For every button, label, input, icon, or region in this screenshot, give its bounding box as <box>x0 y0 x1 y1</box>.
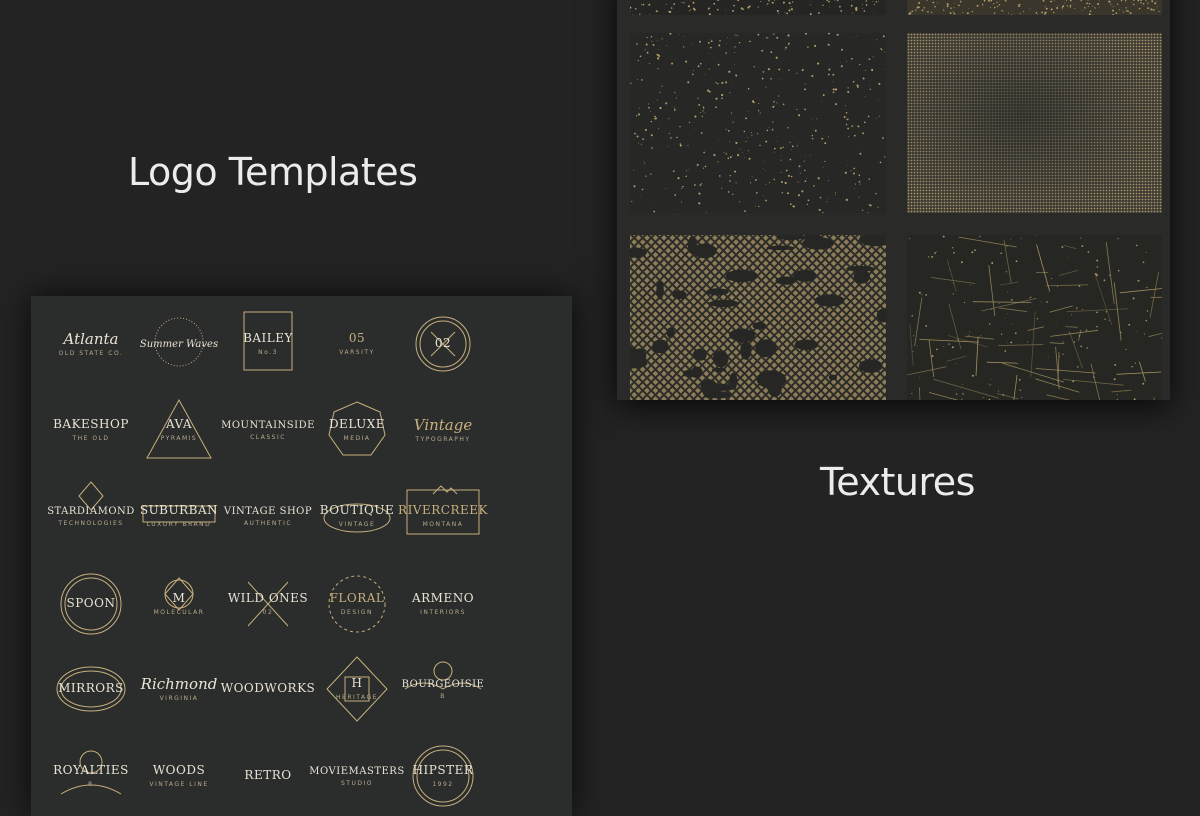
logo-template-boutique: BOUTIQUE VINTAGE <box>307 476 407 556</box>
texture-halftone <box>907 33 1162 213</box>
logo-subtitle: VARSITY <box>339 349 374 356</box>
logo-title: BOUTIQUE <box>320 504 394 517</box>
logo-template-atlanta: Atlanta OLD STATE CO. <box>41 304 141 384</box>
logo-title: Atlanta <box>64 331 119 348</box>
logo-title: Vintage <box>414 417 472 434</box>
logo-title: Summer Waves <box>140 339 218 350</box>
logo-template-woodworks: WOODWORKS <box>218 649 318 729</box>
logo-subtitle: No.3 <box>258 349 278 356</box>
logo-templates-sheet: Atlanta OLD STATE CO. Summer Waves BAILEY No… <box>31 296 572 816</box>
logo-template-02: 02 <box>393 304 493 384</box>
logo-templates-heading: Logo Templates <box>128 150 417 194</box>
texture-tile-top-left <box>630 0 886 15</box>
logo-template-mountainside: MOUNTAINSIDE CLASSIC <box>218 390 318 470</box>
logo-title: WOODS <box>153 764 205 777</box>
logo-template-woods: WOODS VINTAGE LINE <box>129 736 229 816</box>
logo-title: WOODWORKS <box>221 682 316 695</box>
logo-subtitle: MOLECULAR <box>154 609 205 616</box>
logo-subtitle: R <box>88 781 94 788</box>
logo-template-vintage-shop: VINTAGE SHOP AUTHENTIC <box>218 476 318 556</box>
logo-title: MOVIEMASTERS <box>309 766 404 777</box>
logo-subtitle: 02 <box>263 609 274 616</box>
logo-title: BAKESHOP <box>53 418 129 431</box>
logo-title: STARDIAMOND <box>47 506 135 517</box>
logo-template-mirrors: MIRRORS <box>41 649 141 729</box>
texture-speckle <box>630 33 886 213</box>
logo-template-armeno: ARMENO INTERIORS <box>393 564 493 644</box>
logo-template-05: 05 VARSITY <box>307 304 407 384</box>
logo-subtitle: LUXURY BRAND <box>147 521 212 528</box>
logo-template-royalties: ROYALTIES R <box>41 736 141 816</box>
logo-subtitle: VINTAGE LINE <box>149 781 208 788</box>
logo-subtitle: B <box>440 693 446 700</box>
logo-template-hipster: HIPSTER 1992 <box>393 736 493 816</box>
logo-title: M <box>173 592 186 605</box>
logo-title: FLORAL <box>330 592 385 605</box>
logo-template-h: H HERITAGE <box>307 649 407 729</box>
logo-template-vintage: Vintage TYPOGRAPHY <box>393 390 493 470</box>
logo-title: HIPSTER <box>413 764 474 777</box>
logo-title: BOURGEOISIE <box>402 679 485 690</box>
logo-title: 05 <box>349 332 365 345</box>
logo-subtitle: INTERIORS <box>420 609 466 616</box>
logo-title: MIRRORS <box>58 682 124 695</box>
logo-title: VINTAGE SHOP <box>224 506 312 517</box>
logo-title: 02 <box>435 337 451 350</box>
logo-template-wild-ones: WILD ONES 02 <box>218 564 318 644</box>
logo-title: SPOON <box>67 597 116 610</box>
logo-subtitle: VIRGINIA <box>160 695 199 702</box>
logo-title: Richmond <box>141 676 218 693</box>
logo-title: BAILEY <box>243 332 293 345</box>
logo-subtitle: 1992 <box>432 781 453 788</box>
texture-scratches <box>907 235 1162 400</box>
logo-title: AVA <box>166 418 192 431</box>
logo-title: RIVERCREEK <box>398 504 488 517</box>
logo-template-stardiamond: STARDIAMOND TECHNOLOGIES <box>41 476 141 556</box>
logo-subtitle: MONTANA <box>423 521 464 528</box>
logo-subtitle: HERITAGE <box>336 694 378 701</box>
logo-title: RETRO <box>244 769 291 782</box>
logo-title: DELUXE <box>329 418 385 431</box>
logo-subtitle: MEDIA <box>344 435 371 442</box>
logo-subtitle: DESIGN <box>341 609 373 616</box>
logo-title: ROYALTIES <box>53 764 129 777</box>
logo-template-bourgeoisie: BOURGEOISIE B <box>393 649 493 729</box>
logo-subtitle: OLD STATE CO. <box>59 350 124 357</box>
logo-title: H <box>352 677 363 690</box>
logo-subtitle: THE OLD <box>72 435 109 442</box>
logo-template-bailey: BAILEY No.3 <box>218 304 318 384</box>
logo-title: SUBURBAN <box>140 504 218 517</box>
texture-crosshatch <box>630 235 886 400</box>
logo-title: WILD ONES <box>228 592 308 605</box>
logo-template-summer-waves: Summer Waves <box>129 304 229 384</box>
logo-subtitle: CLASSIC <box>250 434 286 441</box>
textures-heading: Textures <box>820 460 975 504</box>
logo-template-ava: AVA PYRAMIS <box>129 390 229 470</box>
texture-tile-top-right <box>907 0 1162 15</box>
logo-title: MOUNTAINSIDE <box>221 420 315 431</box>
textures-preview-panel <box>617 0 1170 400</box>
logo-subtitle: STUDIO <box>341 780 373 787</box>
logo-subtitle: PYRAMIS <box>161 435 197 442</box>
logo-template-deluxe: DELUXE MEDIA <box>307 390 407 470</box>
logo-title: ARMENO <box>412 592 474 605</box>
logo-template-spoon: SPOON <box>41 564 141 644</box>
logo-template-richmond: Richmond VIRGINIA <box>129 649 229 729</box>
logo-subtitle: TECHNOLOGIES <box>58 520 123 527</box>
logo-template-floral: FLORAL DESIGN <box>307 564 407 644</box>
logo-template-bakeshop: BAKESHOP THE OLD <box>41 390 141 470</box>
logo-template-moviemasters: MOVIEMASTERS STUDIO <box>307 736 407 816</box>
logo-template-rivercreek: RIVERCREEK MONTANA <box>393 476 493 556</box>
logo-subtitle: AUTHENTIC <box>244 520 292 527</box>
logo-subtitle: VINTAGE <box>339 521 376 528</box>
logo-template-suburban: SUBURBAN LUXURY BRAND <box>129 476 229 556</box>
logo-template-retro: RETRO <box>218 736 318 816</box>
logo-subtitle: TYPOGRAPHY <box>415 436 470 443</box>
logo-template-m: M MOLECULAR <box>129 564 229 644</box>
